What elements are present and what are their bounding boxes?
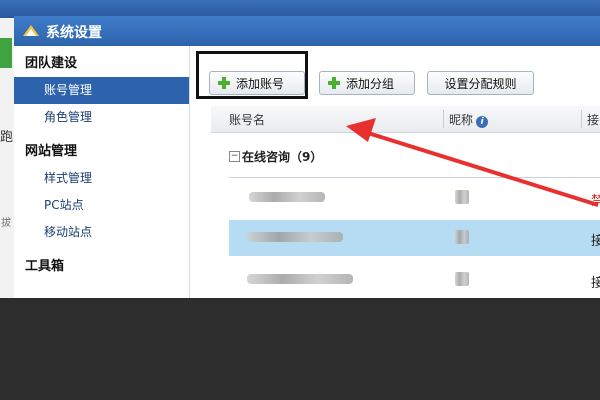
sidebar-item-styles[interactable]: 样式管理 <box>14 165 189 192</box>
info-icon[interactable]: i <box>476 116 489 128</box>
background-window-fragment: 跑 拔 <box>0 18 14 298</box>
row-status: 禁 <box>591 194 600 209</box>
blurred-account-name <box>249 192 325 202</box>
column-account-name[interactable]: 账号名 <box>229 111 265 128</box>
group-label: 在线咨询（9） <box>242 150 323 164</box>
table-row-selected[interactable]: 接 <box>229 220 600 256</box>
assign-rules-button[interactable]: 设置分配规则 <box>427 71 534 95</box>
blurred-nickname <box>455 272 469 286</box>
sidebar-item-roles[interactable]: 角色管理 <box>14 104 189 131</box>
column-nickname[interactable]: 昵称 i <box>449 111 489 128</box>
column-divider <box>443 110 444 128</box>
window-title: 系统设置 <box>46 25 102 41</box>
dark-overlay-area <box>0 298 600 400</box>
add-group-button[interactable]: 添加分组 <box>319 71 415 95</box>
background-text-2: 拔 <box>1 218 11 229</box>
table-header: 账号名 昵称 i 接 <box>211 106 600 133</box>
title-bar[interactable]: 系统设置 <box>14 16 600 46</box>
column-divider <box>581 110 582 128</box>
blurred-account-name <box>247 274 353 284</box>
collapse-toggle-icon[interactable]: − <box>229 151 240 162</box>
sidebar-item-mobile-site[interactable]: 移动站点 <box>14 219 189 246</box>
background-green-strip <box>0 38 12 68</box>
app-logo-icon <box>23 25 39 36</box>
plus-icon <box>328 77 340 89</box>
sidebar-group-toolbox[interactable]: 工具箱 <box>14 254 189 280</box>
blurred-account-name <box>247 232 343 242</box>
background-text: 跑 <box>0 130 14 145</box>
sidebar-item-pc-site[interactable]: PC站点 <box>14 192 189 219</box>
annotation-highlight-box <box>196 51 308 99</box>
sidebar-item-accounts[interactable]: 账号管理 <box>14 77 189 104</box>
row-divider <box>229 177 600 178</box>
row-status: 接 <box>591 234 600 249</box>
column-status[interactable]: 接 <box>587 111 599 128</box>
sidebar: 团队建设 账号管理 角色管理 网站管理 样式管理 PC站点 移动站点 工具箱 <box>14 46 190 298</box>
blurred-nickname <box>455 190 469 204</box>
sidebar-group-team[interactable]: 团队建设 <box>14 51 189 77</box>
sidebar-group-site[interactable]: 网站管理 <box>14 139 189 165</box>
group-row-online-consult[interactable]: − 在线咨询（9） <box>211 142 600 170</box>
table-row[interactable]: 禁 <box>229 180 600 216</box>
blurred-nickname <box>455 230 469 244</box>
table-row[interactable]: 接 <box>229 262 600 298</box>
row-status: 接 <box>591 276 600 291</box>
